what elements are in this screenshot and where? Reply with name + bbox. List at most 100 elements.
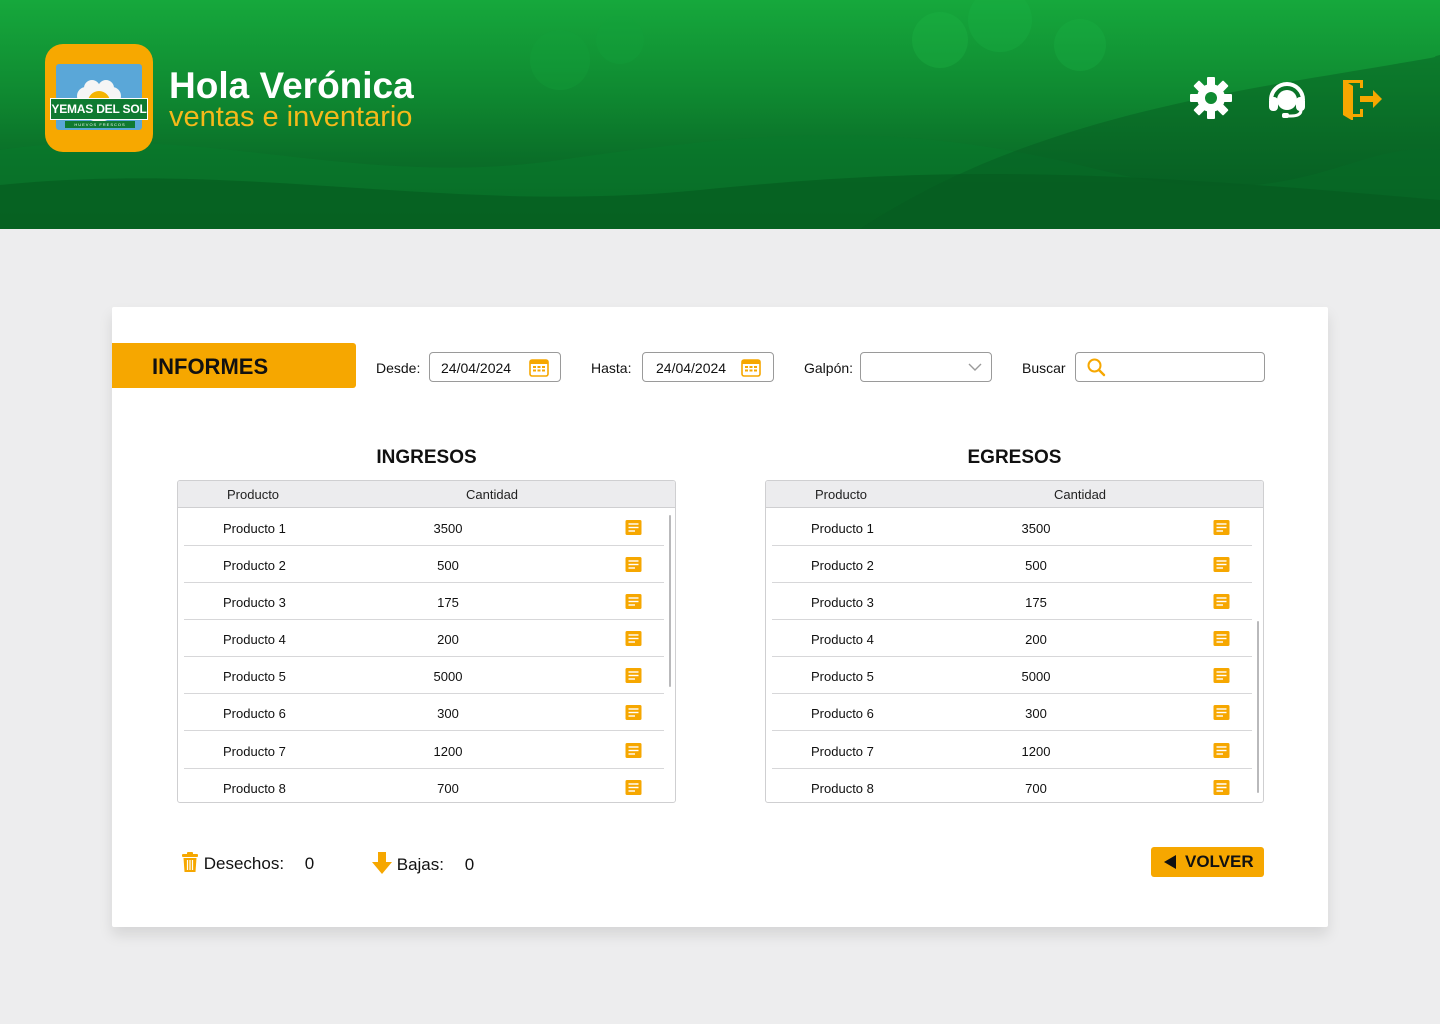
- bajas-summary: Bajas: 0: [372, 852, 474, 875]
- cantidad-cell: 175: [1025, 595, 1047, 610]
- producto-cell: Producto 6: [811, 706, 874, 721]
- producto-cell: Producto 2: [811, 558, 874, 573]
- table-header: Producto Cantidad: [766, 481, 1263, 508]
- calendar-icon[interactable]: [741, 357, 761, 377]
- arrow-down-icon: [372, 852, 392, 874]
- cantidad-cell: 3500: [1021, 521, 1051, 536]
- desde-date-field[interactable]: 24/04/2024: [429, 352, 561, 382]
- table-row[interactable]: Producto 3 175: [772, 583, 1252, 620]
- section-tab-label: INFORMES: [152, 354, 269, 379]
- bajas-label: Bajas:: [396, 855, 444, 874]
- logo-text: YEMAS DEL SOL: [50, 98, 148, 120]
- header-subtitle: ventas e inventario: [169, 101, 413, 133]
- cantidad-cell: 300: [437, 706, 459, 721]
- col-cantidad: Cantidad: [1054, 487, 1107, 502]
- ingresos-table: Producto Cantidad Producto 1 3500 Producto…: [177, 480, 676, 803]
- document-details-icon[interactable]: [625, 630, 642, 647]
- table-row[interactable]: Producto 2 500: [772, 546, 1252, 583]
- col-cantidad: Cantidad: [466, 487, 519, 502]
- document-details-icon[interactable]: [1213, 742, 1230, 759]
- scrollbar[interactable]: [1257, 621, 1259, 793]
- back-arrow-icon: [1164, 855, 1176, 869]
- producto-cell: Producto 7: [223, 744, 286, 759]
- document-details-icon[interactable]: [625, 742, 642, 759]
- table-row[interactable]: Producto 6 300: [184, 694, 664, 731]
- table-row[interactable]: Producto 5 5000: [772, 657, 1252, 694]
- desechos-summary: Desechos: 0: [181, 852, 314, 874]
- producto-cell: Producto 6: [223, 706, 286, 721]
- scrollbar[interactable]: [669, 515, 671, 687]
- document-details-icon[interactable]: [625, 519, 642, 536]
- producto-cell: Producto 2: [223, 558, 286, 573]
- document-details-icon[interactable]: [625, 556, 642, 573]
- calendar-icon[interactable]: [529, 357, 549, 377]
- document-details-icon[interactable]: [1213, 556, 1230, 573]
- document-details-icon[interactable]: [625, 704, 642, 721]
- bajas-value: 0: [464, 855, 475, 874]
- table-row[interactable]: Producto 8 700: [772, 769, 1252, 802]
- table-header: Producto Cantidad: [178, 481, 675, 508]
- desechos-value: 0: [304, 854, 315, 873]
- producto-cell: Producto 4: [811, 632, 874, 647]
- cantidad-cell: 175: [437, 595, 459, 610]
- producto-cell: Producto 1: [811, 521, 874, 536]
- document-details-icon[interactable]: [625, 779, 642, 796]
- producto-cell: Producto 7: [811, 744, 874, 759]
- producto-cell: Producto 8: [223, 781, 286, 796]
- producto-cell: Producto 5: [223, 669, 286, 684]
- desde-label: Desde:: [376, 360, 421, 376]
- egresos-table: Producto Cantidad Producto 1 3500 Producto…: [765, 480, 1264, 803]
- document-details-icon[interactable]: [1213, 667, 1230, 684]
- logo-subtext: HUEVOS FRESCOS: [65, 121, 135, 128]
- volver-button[interactable]: VOLVER: [1151, 847, 1264, 877]
- document-details-icon[interactable]: [625, 667, 642, 684]
- table-row[interactable]: Producto 1 3500: [772, 509, 1252, 546]
- gear-icon[interactable]: [1189, 76, 1233, 120]
- table-row[interactable]: Producto 2 500: [184, 546, 664, 583]
- table-row[interactable]: Producto 7 1200: [184, 732, 664, 769]
- document-details-icon[interactable]: [1213, 704, 1230, 721]
- table-row[interactable]: Producto 5 5000: [184, 657, 664, 694]
- document-details-icon[interactable]: [625, 593, 642, 610]
- cantidad-cell: 3500: [433, 521, 463, 536]
- cantidad-cell: 700: [437, 781, 459, 796]
- hasta-value: 24/04/2024: [656, 360, 727, 376]
- app-logo: YEMAS DEL SOL HUEVOS FRESCOS: [45, 44, 153, 152]
- app-header: YEMAS DEL SOL HUEVOS FRESCOS Hola Veróni…: [0, 0, 1440, 229]
- buscar-label: Buscar: [1022, 360, 1066, 376]
- cantidad-cell: 500: [437, 558, 459, 573]
- producto-cell: Producto 1: [223, 521, 286, 536]
- chevron-down-icon: [968, 363, 982, 371]
- table-row[interactable]: Producto 8 700: [184, 769, 664, 802]
- support-headset-icon[interactable]: [1265, 76, 1309, 120]
- cantidad-cell: 5000: [1021, 669, 1051, 684]
- egresos-title: EGRESOS: [967, 447, 1062, 468]
- producto-cell: Producto 4: [223, 632, 286, 647]
- document-details-icon[interactable]: [1213, 779, 1230, 796]
- hasta-date-field[interactable]: 24/04/2024: [642, 352, 774, 382]
- col-producto: Producto: [815, 487, 868, 502]
- producto-cell: Producto 3: [811, 595, 874, 610]
- section-tab: INFORMES: [112, 343, 356, 388]
- cantidad-cell: 200: [437, 632, 459, 647]
- producto-cell: Producto 8: [811, 781, 874, 796]
- trash-icon: [182, 852, 198, 872]
- search-icon: [1087, 358, 1106, 377]
- table-row[interactable]: Producto 4 200: [772, 620, 1252, 657]
- table-row[interactable]: Producto 3 175: [184, 583, 664, 620]
- document-details-icon[interactable]: [1213, 519, 1230, 536]
- table-row[interactable]: Producto 4 200: [184, 620, 664, 657]
- document-details-icon[interactable]: [1213, 593, 1230, 610]
- desde-value: 24/04/2024: [441, 360, 512, 376]
- table-row[interactable]: Producto 6 300: [772, 694, 1252, 731]
- cantidad-cell: 5000: [433, 669, 463, 684]
- document-details-icon[interactable]: [1213, 630, 1230, 647]
- volver-label: VOLVER: [1185, 852, 1254, 871]
- table-row[interactable]: Producto 7 1200: [772, 732, 1252, 769]
- table-row[interactable]: Producto 1 3500: [184, 509, 664, 546]
- search-input[interactable]: [1075, 352, 1265, 382]
- galpon-label: Galpón:: [804, 360, 854, 376]
- galpon-select[interactable]: [860, 352, 992, 382]
- cantidad-cell: 700: [1025, 781, 1047, 796]
- logout-door-icon[interactable]: [1340, 76, 1384, 121]
